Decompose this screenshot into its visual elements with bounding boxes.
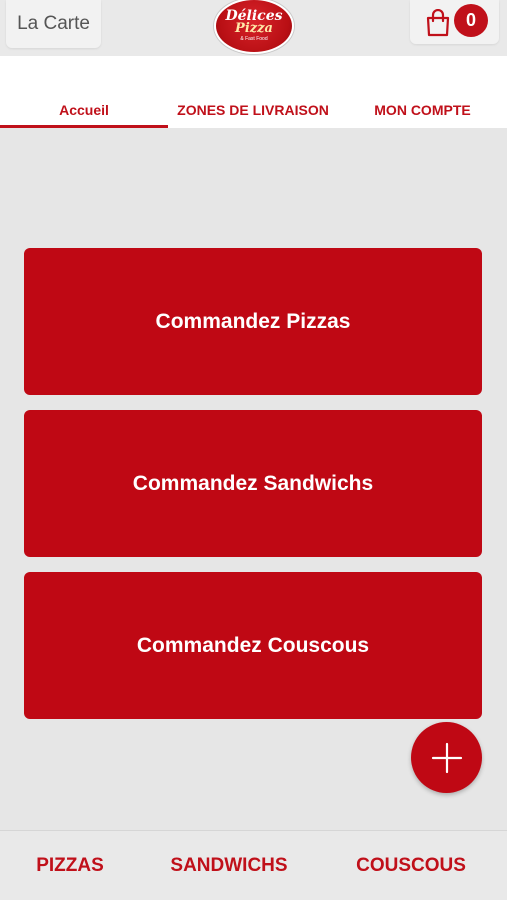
logo-line-3: & Fast Food [240, 36, 268, 42]
cart-button[interactable]: 0 [410, 0, 499, 44]
order-sandwichs-button[interactable]: Commandez Sandwichs [24, 410, 482, 557]
plus-icon [431, 742, 462, 773]
top-bar: La Carte Délices Pizza & Fast Food 0 [0, 0, 507, 56]
tab-bar: Accueil ZONES DE LIVRAISON MON COMPTE [0, 56, 507, 128]
logo-line-2: Pizza [235, 21, 273, 36]
bottom-nav-couscous[interactable]: COUSCOUS [345, 831, 477, 900]
shopping-bag-icon [426, 9, 450, 37]
bottom-nav: PIZZAS SANDWICHS COUSCOUS [0, 830, 507, 900]
order-couscous-button[interactable]: Commandez Couscous [24, 572, 482, 719]
bottom-nav-sandwichs[interactable]: SANDWICHS [160, 831, 298, 900]
cart-count-badge: 0 [454, 4, 488, 37]
order-pizzas-button[interactable]: Commandez Pizzas [24, 248, 482, 395]
menu-button[interactable]: La Carte [6, 0, 101, 48]
bottom-nav-pizzas[interactable]: PIZZAS [20, 831, 120, 900]
restaurant-logo[interactable]: Délices Pizza & Fast Food [214, 0, 294, 54]
tab-zones-de-livraison[interactable]: ZONES DE LIVRAISON [168, 56, 338, 128]
tab-mon-compte[interactable]: MON COMPTE [338, 56, 507, 128]
tab-accueil[interactable]: Accueil [0, 56, 168, 128]
add-button[interactable] [411, 722, 482, 793]
